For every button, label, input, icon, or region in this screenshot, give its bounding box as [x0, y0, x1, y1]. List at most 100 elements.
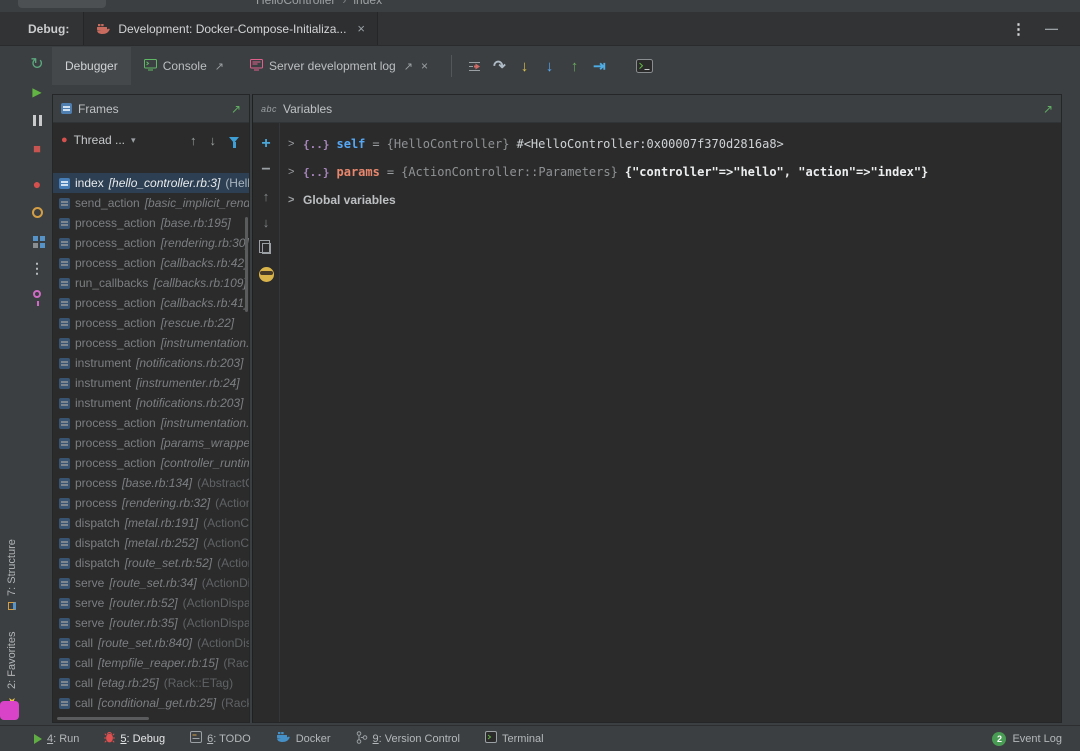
stack-frame-icon — [59, 317, 70, 329]
status-item-debug[interactable]: 5: Debug — [104, 731, 165, 746]
remove-watch-icon[interactable]: − — [253, 157, 279, 183]
status-item-run[interactable]: 4: Run — [34, 733, 79, 745]
pause-icon[interactable] — [24, 106, 50, 134]
frame-row[interactable]: serve[route_set.rb:34](ActionDispatch::R… — [53, 573, 249, 593]
step-out-icon[interactable]: ↑ — [562, 54, 587, 78]
move-down-icon[interactable]: ↓ — [253, 209, 279, 235]
frame-row[interactable]: serve[router.rb:52](ActionDispatch::Jour… — [53, 593, 249, 613]
frame-row[interactable]: instrument [notifications.rb:203] — [53, 393, 249, 413]
pin-icon[interactable] — [24, 282, 50, 310]
glasses-icon[interactable] — [253, 261, 279, 287]
toolwindow-button-structure[interactable]: 7: Structure — [0, 530, 24, 620]
stack-frame-icon — [59, 477, 70, 489]
frames-panel: Frames ↗ ● Thread ... ▾ ↑ ↓ index [hello_… — [52, 94, 250, 723]
variable-row[interactable]: > {..} self = {HelloController} #<HelloContro… — [288, 130, 1061, 158]
expand-chevron-icon[interactable]: > — [288, 166, 296, 178]
variable-row[interactable]: > {..} params = {ActionController::Parameter… — [288, 158, 1061, 186]
evaluate-expression-icon[interactable] — [632, 54, 657, 78]
vertical-scrollbar[interactable] — [245, 217, 248, 312]
global-variables-row[interactable]: > Global variables — [288, 186, 1061, 214]
frame-row[interactable]: process_action [callbacks.rb:42] — [53, 253, 249, 273]
stop-icon[interactable]: ■ — [24, 134, 50, 162]
close-icon[interactable]: × — [421, 59, 428, 73]
frame-row[interactable]: instrument [notifications.rb:203] — [53, 353, 249, 373]
frame-row[interactable]: process_action[instrumentation.rb:34] — [53, 333, 249, 353]
external-link-icon[interactable]: ↗ — [215, 60, 224, 73]
status-item-label: 6: TODO — [207, 732, 251, 745]
frame-row[interactable]: process_action[params_wrapper.rb:245] — [53, 433, 249, 453]
view-breakpoints-icon[interactable] — [24, 226, 50, 254]
tab-debugger[interactable]: Debugger — [52, 47, 131, 85]
force-step-into-icon[interactable]: ↓ — [537, 54, 562, 78]
breadcrumb-action[interactable]: index — [353, 0, 382, 7]
status-item-todo[interactable]: 6: TODO — [190, 731, 251, 746]
frame-row[interactable]: process_action [base.rb:195] — [53, 213, 249, 233]
horizontal-scrollbar[interactable] — [57, 717, 149, 720]
frame-row[interactable]: index[hello_controller.rb:3](HelloContro… — [53, 173, 249, 193]
event-log-button[interactable]: 2 Event Log — [992, 731, 1062, 746]
stack-frame-icon — [59, 177, 70, 189]
frame-row[interactable]: call [etag.rb:25] (Rack::ETag) — [53, 673, 249, 693]
frame-row[interactable]: dispatch[route_set.rb:52](ActionDispatch… — [53, 553, 249, 573]
show-execution-point-icon[interactable] — [462, 54, 487, 78]
variable-name: params — [336, 165, 380, 179]
run-config-tab[interactable]: Development: Docker-Compose-Initializa..… — [83, 12, 379, 45]
frame-row[interactable]: process_action [rescue.rb:22] — [53, 313, 249, 333]
frame-row[interactable]: dispatch[metal.rb:252](ActionController:… — [53, 533, 249, 553]
breakpoint-icon[interactable]: ● — [24, 170, 50, 198]
docker-icon — [276, 731, 291, 746]
frame-row[interactable]: dispatch[metal.rb:191](ActionController:… — [53, 513, 249, 533]
frame-row[interactable]: send_action[basic_implicit_render.rb:6] — [53, 193, 249, 213]
frame-row[interactable]: process[rendering.rb:32](ActionControlle… — [53, 493, 249, 513]
stack-frame-icon — [59, 657, 70, 669]
variable-type: {ActionController::Parameters} — [401, 165, 618, 179]
frame-row[interactable]: instrument [instrumenter.rb:24] — [53, 373, 249, 393]
version-control-branch-icon — [356, 730, 368, 747]
status-item-versioncontrol[interactable]: 9: Version Control — [356, 730, 460, 747]
expand-chevron-icon[interactable]: > — [288, 138, 296, 150]
rerun-icon[interactable]: ↻ — [24, 50, 50, 78]
breadcrumb-controller[interactable]: HelloController — [256, 0, 335, 7]
frame-row[interactable]: process[base.rb:134](AbstractController:… — [53, 473, 249, 493]
resume-icon[interactable]: ▶ — [24, 78, 50, 106]
more-options-icon[interactable]: ⋮ — [1011, 20, 1026, 38]
more-actions-icon[interactable]: ⋮ — [24, 254, 50, 282]
frame-row[interactable]: process_action [rendering.rb:30] — [53, 233, 249, 253]
thread-dropdown[interactable]: Thread ... — [74, 133, 125, 147]
debug-side-toolbar: ↻ ▶ ■ ● ⋮ — [24, 50, 50, 310]
frame-row[interactable]: call[tempfile_reaper.rb:15](Rack::Tempfi… — [53, 653, 249, 673]
tab-console[interactable]: Console ↗ — [131, 47, 237, 85]
frame-row[interactable]: process_action [callbacks.rb:41] — [53, 293, 249, 313]
frame-row[interactable]: process_action[instrumentation.rb:32] — [53, 413, 249, 433]
expand-chevron-icon[interactable]: > — [288, 194, 296, 206]
frame-row[interactable]: process_action[controller_runtime.rb:13] — [53, 453, 249, 473]
frame-row[interactable]: serve[router.rb:35](ActionDispatch::Jour… — [53, 613, 249, 633]
stack-frame-icon — [59, 417, 70, 429]
status-item-docker[interactable]: Docker — [276, 731, 331, 746]
pink-square-icon[interactable] — [0, 701, 19, 720]
frame-row[interactable]: run_callbacks [callbacks.rb:109] — [53, 273, 249, 293]
open-in-new-window-icon[interactable]: ↗ — [231, 102, 241, 116]
move-up-icon[interactable]: ↑ — [253, 183, 279, 209]
status-item-label: 5: Debug — [120, 732, 166, 745]
stack-frame-icon — [59, 357, 70, 369]
frame-up-icon[interactable]: ↑ — [190, 133, 197, 148]
add-watch-icon[interactable]: + — [253, 131, 279, 157]
copy-icon[interactable] — [253, 235, 279, 261]
close-icon[interactable]: × — [357, 21, 365, 36]
frame-row[interactable]: call[conditional_get.rb:25](Rack::Condit… — [53, 693, 249, 713]
run-to-cursor-icon[interactable]: ⇥ — [587, 54, 612, 78]
open-in-new-window-icon[interactable]: ↗ — [1043, 102, 1053, 116]
mute-breakpoints-icon[interactable] — [24, 198, 50, 226]
step-into-icon[interactable]: ↓ — [512, 54, 537, 78]
external-link-icon[interactable]: ↗ — [404, 60, 413, 73]
frame-down-icon[interactable]: ↓ — [210, 133, 217, 148]
tab-server-log[interactable]: Server development log ↗ × — [237, 47, 441, 85]
filter-icon[interactable] — [229, 137, 239, 148]
step-over-icon[interactable]: ↷ — [487, 54, 512, 78]
status-item-terminal[interactable]: Terminal — [485, 731, 544, 746]
toolbar-separator — [450, 55, 452, 77]
chevron-down-icon[interactable]: ▾ — [131, 135, 136, 146]
hide-toolwindow-icon[interactable]: — — [1045, 21, 1058, 36]
frame-row[interactable]: call[route_set.rb:840](ActionDispatch::R… — [53, 633, 249, 653]
